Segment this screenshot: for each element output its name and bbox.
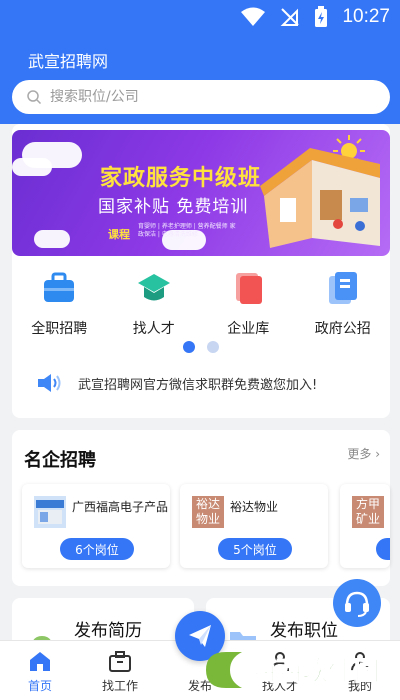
promo-banner[interactable]: 家政服务中级班 国家补贴 免费培训 课程 育婴师 | 养老护理师 | 营养配餐师…	[12, 130, 390, 256]
carousel-dot-active[interactable]	[183, 341, 195, 353]
header: 10:27 武宣招聘网	[0, 0, 400, 124]
search-bar[interactable]	[12, 80, 390, 114]
notice-text: 武宣招聘网官方微信求职群免费邀您加入!	[78, 377, 318, 393]
banner-course-detail: 育婴师 | 养老护理师 | 营养配餐师 家政保洁 | 电器清洗维修	[138, 223, 236, 238]
headset-icon	[345, 591, 369, 617]
publish-job-label: 发布职位	[270, 621, 338, 641]
search-input[interactable]	[50, 89, 350, 105]
briefcase-outline-icon	[109, 651, 131, 672]
banner-title: 家政服务中级班	[100, 166, 262, 191]
more-link[interactable]: 更多 ›	[347, 445, 380, 462]
notice-bar[interactable]: 武宣招聘网官方微信求职群免费邀您加入!	[36, 372, 317, 394]
company-card[interactable]: 裕达 物业 裕达物业 5个岗位	[180, 484, 328, 568]
quick-item-fulltime[interactable]: 全职招聘	[14, 270, 104, 342]
cloud-decoration	[12, 158, 52, 176]
publish-resume-label: 发布简历	[74, 621, 142, 641]
briefcase-icon	[44, 272, 75, 302]
status-icons: 10:27	[240, 6, 390, 28]
logo-line: 方甲	[355, 497, 380, 511]
company-text-logo: 方甲 矿业	[352, 496, 384, 528]
house-illustration	[260, 148, 380, 248]
more-label: 更多	[347, 447, 372, 461]
graduation-cap-icon	[137, 274, 170, 301]
logo-line: 裕达	[195, 497, 220, 511]
company-card[interactable]: 方甲 矿业	[340, 484, 390, 568]
company-jobs-button[interactable]	[376, 538, 390, 560]
watermark-logo: 西西软件园	[206, 652, 381, 688]
cloud-decoration	[34, 230, 70, 248]
company-text-logo: 裕达 物业	[192, 496, 224, 528]
watermark: 西西软件园	[202, 648, 382, 692]
paper-plane-icon	[189, 625, 211, 647]
quick-item-companies[interactable]: 企业库	[203, 270, 293, 342]
banner-subtitle: 国家补贴 免费培训	[98, 197, 249, 217]
logo-line: 矿业	[355, 512, 380, 526]
carousel-dot[interactable]	[207, 341, 219, 353]
banner-course-label: 课程	[108, 228, 130, 241]
home-icon	[30, 652, 50, 671]
company-jobs-button[interactable]: 5个岗位	[218, 538, 292, 560]
tab-home[interactable]: 首页	[0, 641, 80, 700]
status-time: 10:27	[342, 6, 390, 27]
quick-item-talent[interactable]: 找人才	[109, 270, 199, 342]
tab-find-job[interactable]: 找工作	[80, 641, 160, 700]
quick-label: 全职招聘	[31, 321, 88, 337]
search-icon	[27, 90, 42, 105]
chevron-right-icon: ›	[375, 447, 380, 461]
company-card[interactable]: 广西福高电子产品 6个岗位	[22, 484, 170, 568]
customer-service-button[interactable]	[333, 579, 381, 627]
no-signal-icon	[281, 8, 300, 26]
speaker-icon	[38, 374, 61, 392]
quick-label: 找人才	[132, 321, 175, 337]
carousel-indicator	[183, 341, 219, 353]
section-title: 名企招聘	[24, 450, 96, 471]
tab-label: 找工作	[101, 679, 138, 693]
document-icon	[236, 273, 263, 304]
logo-line: 物业	[195, 512, 220, 526]
company-name: 广西福高电子产品	[72, 500, 169, 514]
status-bar: 10:27	[0, 0, 400, 36]
quick-item-government[interactable]: 政府公招	[298, 270, 388, 342]
app-title: 武宣招聘网	[28, 52, 109, 71]
battery-charging-icon	[315, 6, 328, 27]
wifi-icon	[241, 7, 266, 26]
quick-label: 企业库	[227, 321, 270, 337]
quick-label: 政府公招	[314, 321, 371, 337]
company-name: 裕达物业	[230, 500, 279, 514]
watermark-text: 西西软件园	[250, 657, 380, 687]
company-jobs-button[interactable]: 6个岗位	[60, 538, 134, 560]
document-blue-icon	[328, 272, 357, 304]
company-photo-logo	[34, 496, 66, 528]
tab-label: 首页	[27, 679, 52, 693]
quick-menu: 全职招聘 找人才 企业库 政府公招	[12, 270, 390, 342]
